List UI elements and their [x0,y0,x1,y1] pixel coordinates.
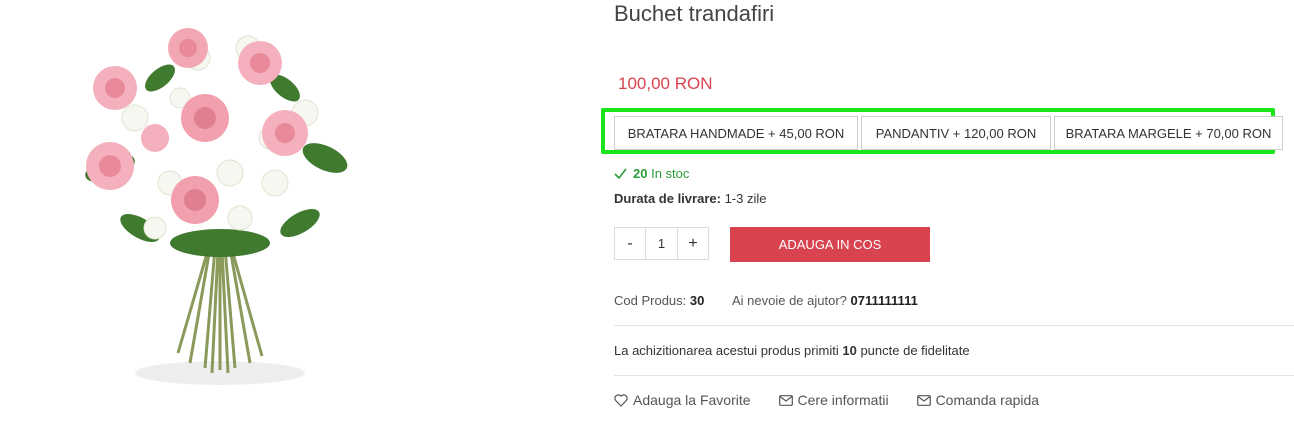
product-image [70,18,360,398]
product-price: 100,00 RON [618,74,713,93]
loyalty-info: La achizitionarea acestui produs primiti… [614,343,970,358]
request-info-link[interactable]: Cere informatii [778,392,889,408]
delivery-label: Durata de livrare: [614,191,721,206]
product-code-label: Cod Produs: [614,293,687,308]
quantity-increase-button[interactable]: + [678,228,708,259]
stock-text: In stoc [651,166,690,181]
delivery-value: 1-3 zile [724,191,767,206]
option-bratara-margele[interactable]: BRATARA MARGELE + 70,00 RON [1054,116,1283,150]
help-label: Ai nevoie de ajutor? [731,293,847,308]
divider [614,375,1294,376]
quick-order-link[interactable]: Comanda rapida [916,392,1040,408]
loyalty-points: 10 [842,343,857,358]
product-title: Buchet trandafiri [614,1,775,26]
add-to-favorites-link[interactable]: Adauga la Favorite [614,392,751,408]
loyalty-prefix: La achizitionarea acestui produs primiti [614,343,839,358]
add-to-favorites-label: Adauga la Favorite [633,392,751,408]
heart-icon [614,393,628,407]
quantity-input[interactable] [645,228,678,259]
product-actions: Adauga la Favorite Cere informatii Coman… [614,392,1039,408]
request-info-label: Cere informatii [797,392,889,408]
envelope-icon [778,394,793,406]
help-phone[interactable]: 0711111111 [851,293,918,308]
quantity-stepper: - + [614,227,709,260]
product-code-value: 30 [689,293,705,308]
delivery-info: Durata de livrare: 1-3 zile [614,191,766,206]
loyalty-suffix: puncte de fidelitate [860,343,970,358]
quantity-decrease-button[interactable]: - [615,228,645,259]
divider [614,325,1294,326]
quick-order-label: Comanda rapida [935,392,1040,408]
product-meta: Cod Produs: 30 Ai nevoie de ajutor? 0711… [614,293,918,308]
stock-status: 20 In stoc [614,166,689,181]
option-pandantiv[interactable]: PANDANTIV + 120,00 RON [861,116,1051,150]
check-icon [614,168,627,179]
add-to-cart-button[interactable]: ADAUGA IN COS [730,227,930,262]
option-bratara-handmade[interactable]: BRATARA HANDMADE + 45,00 RON [614,116,858,150]
envelope-icon [916,394,931,406]
stock-count: 20 [633,166,648,181]
